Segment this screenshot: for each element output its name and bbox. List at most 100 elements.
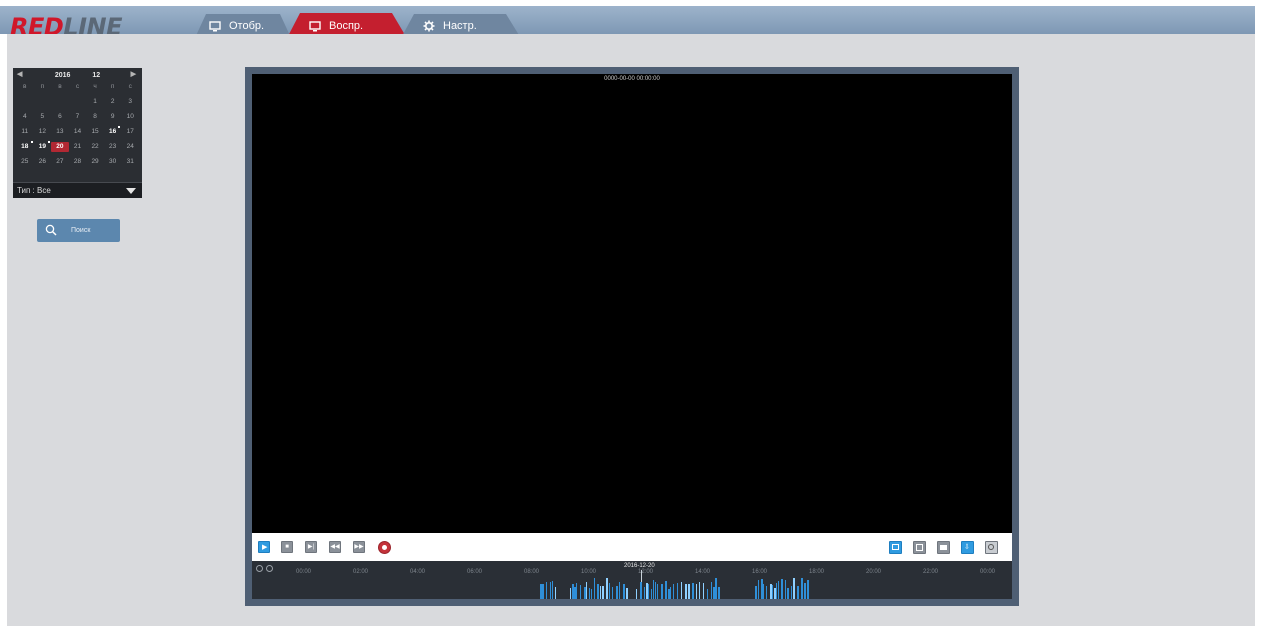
recording-segment	[774, 588, 776, 599]
recording-segment	[718, 587, 720, 599]
recording-segment	[713, 587, 715, 599]
video-timestamp: 0000-00-00 00:00:00	[604, 76, 660, 82]
recording-segment	[555, 587, 556, 599]
calendar-day[interactable]: 25	[16, 157, 34, 167]
calendar-day[interactable]: 15	[86, 127, 104, 137]
zoom-in-icon[interactable]	[256, 565, 263, 572]
download-button[interactable]: ⇩	[961, 541, 974, 554]
calendar-day[interactable]: 11	[16, 127, 34, 137]
calendar-day[interactable]: 12	[34, 127, 52, 137]
snapshot-button[interactable]	[937, 541, 950, 554]
recording-segment	[696, 584, 697, 599]
play-button[interactable]: ▶	[258, 541, 270, 553]
prev-month-icon[interactable]: ◀	[17, 70, 22, 78]
recording-segment	[763, 584, 764, 599]
top-nav-bar: REDLINE Отобр. Воспр. Настр.	[0, 6, 1255, 41]
zoom-button[interactable]	[985, 541, 998, 554]
recording-segment	[668, 589, 670, 599]
recording-segment	[772, 585, 773, 599]
search-button[interactable]: Поиск	[37, 219, 120, 242]
fast-forward-button[interactable]: ▶▶	[353, 541, 365, 553]
calendar-header: ◀ 2016 12 ▶	[13, 68, 142, 82]
calendar-day[interactable]: 2	[104, 97, 122, 107]
calendar-day[interactable]: 18	[16, 141, 34, 152]
calendar-day[interactable]: 23	[104, 142, 122, 152]
calendar-empty-cell	[69, 97, 87, 107]
video-display[interactable]: 0000-00-00 00:00:00	[252, 74, 1012, 533]
recording-segment	[644, 587, 645, 599]
record-type-select[interactable]: Тип : Все	[13, 182, 142, 198]
calendar-day[interactable]: 4	[16, 112, 34, 122]
calendar-year[interactable]: 2016	[55, 72, 71, 79]
stop-icon: ■	[285, 544, 289, 550]
calendar-day[interactable]: 27	[51, 157, 69, 167]
recording-segment	[699, 582, 700, 599]
recording-segment	[570, 588, 571, 599]
recording-segment	[804, 583, 806, 599]
download-icon: ⇩	[964, 544, 970, 551]
calendar-day[interactable]: 8	[86, 112, 104, 122]
calendar-day[interactable]: 13	[51, 127, 69, 137]
recording-segment	[715, 578, 717, 599]
calendar-day[interactable]: 5	[34, 112, 52, 122]
slow-button[interactable]: ◀◀	[329, 541, 341, 553]
weekday-label: ч	[93, 83, 97, 90]
recording-segment	[758, 580, 759, 599]
calendar-day[interactable]: 31	[121, 157, 139, 167]
recording-segment	[540, 584, 542, 599]
calendar-day[interactable]: 1	[86, 97, 104, 107]
calendar-day[interactable]: 7	[69, 112, 87, 122]
layout-quad-button[interactable]	[913, 541, 926, 554]
recording-segment	[648, 584, 649, 599]
recording-segment	[602, 586, 604, 599]
calendar-empty-cell	[16, 97, 34, 107]
calendar-day[interactable]: 21	[69, 142, 87, 152]
calendar-day[interactable]: 20	[51, 142, 69, 152]
calendar-day[interactable]: 22	[86, 142, 104, 152]
recording-segment	[655, 582, 656, 599]
calendar-day[interactable]: 17	[121, 127, 139, 137]
fast-forward-icon: ▶▶	[354, 544, 364, 550]
weekday-label: п	[110, 83, 115, 90]
calendar-day[interactable]: 3	[121, 97, 139, 107]
calendar-day[interactable]: 26	[34, 157, 52, 167]
recording-segment	[681, 582, 682, 599]
recording-segment	[653, 580, 654, 599]
recording-segment	[594, 578, 595, 599]
quad-view-icon	[916, 544, 923, 551]
calendar-day[interactable]: 14	[69, 127, 87, 137]
step-forward-button[interactable]: ▶|	[305, 541, 317, 553]
calendar-day[interactable]: 10	[121, 112, 139, 122]
record-button[interactable]	[378, 541, 391, 554]
calendar-day[interactable]: 19	[34, 141, 52, 152]
recording-segment	[589, 588, 590, 599]
date-calendar: ◀ 2016 12 ▶ в п в с ч п с 1 2 3 4 5 6 7 8 9 10 11 12 13 14 15…	[13, 68, 142, 198]
zoom-out-icon[interactable]	[266, 565, 273, 572]
layout-single-button[interactable]	[889, 541, 902, 554]
recording-segment	[685, 584, 687, 599]
calendar-day[interactable]: 16	[104, 126, 122, 137]
recording-segment	[665, 581, 667, 599]
calendar-day[interactable]: 29	[86, 157, 104, 167]
recording-segment	[600, 586, 601, 599]
camera-icon	[940, 545, 947, 550]
monitor-icon	[208, 20, 221, 32]
recording-segment	[626, 588, 628, 599]
weekday-label: в	[58, 83, 62, 90]
calendar-day[interactable]: 30	[104, 157, 122, 167]
weekday-label: с	[75, 83, 80, 90]
next-month-icon[interactable]: ▶	[131, 70, 136, 78]
recording-segment	[616, 586, 618, 599]
recording-segment	[711, 582, 712, 599]
recording-segment	[542, 584, 544, 599]
recording-timeline[interactable]: 2016-12-20 00:00 02:00 04:00 06:00 08:00 10:0…	[252, 561, 1012, 599]
calendar-day[interactable]: 9	[104, 112, 122, 122]
search-icon	[45, 224, 57, 238]
calendar-day[interactable]: 28	[69, 157, 87, 167]
recording-segment	[707, 589, 708, 599]
calendar-day[interactable]: 24	[121, 142, 139, 152]
stop-button[interactable]: ■	[281, 541, 293, 553]
recording-segment	[546, 582, 547, 599]
calendar-day[interactable]: 6	[51, 112, 69, 122]
calendar-month[interactable]: 12	[92, 72, 100, 79]
